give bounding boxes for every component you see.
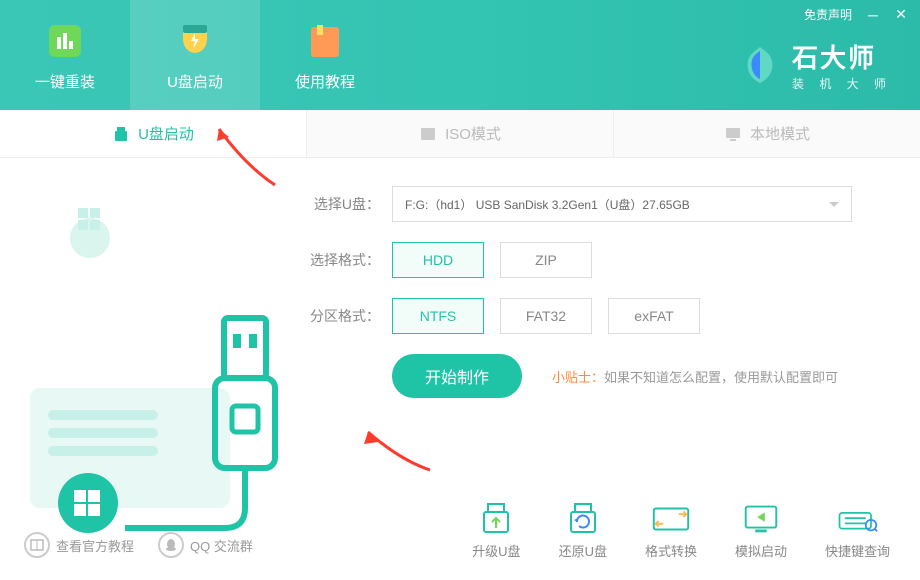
partition-option-ntfs[interactable]: NTFS — [392, 298, 484, 334]
format-label: 选择格式： — [310, 250, 380, 270]
link-label: 查看官方教程 — [56, 536, 134, 555]
nav-tab-label: U盘启动 — [167, 71, 223, 92]
tutorial-icon — [24, 532, 50, 558]
action-label: 升级U盘 — [472, 541, 520, 560]
keyboard-icon — [836, 503, 878, 535]
action-label: 格式转换 — [645, 541, 697, 560]
nav-tab-tutorial[interactable]: 使用教程 — [260, 0, 390, 110]
action-hotkey[interactable]: 快捷键查询 — [825, 503, 890, 560]
convert-icon — [650, 503, 692, 535]
link-tutorial[interactable]: 查看官方教程 — [24, 532, 134, 558]
disk-select[interactable]: F:G:（hd1） USB SanDisk 3.2Gen1（U盘）27.65GB — [392, 186, 852, 222]
restore-icon — [562, 503, 604, 535]
bottom-actions: 升级U盘 还原U盘 格式转换 模拟启动 快捷键查询 — [472, 503, 890, 560]
mode-tab-iso[interactable]: ISO模式 — [307, 110, 614, 157]
nav-tab-label: 一键重装 — [35, 71, 95, 92]
nav-tab-usb[interactable]: U盘启动 — [130, 0, 260, 110]
action-label: 快捷键查询 — [825, 541, 890, 560]
mode-tab-local[interactable]: 本地模式 — [614, 110, 920, 157]
action-label: 模拟启动 — [735, 541, 787, 560]
bar-chart-icon — [43, 19, 87, 63]
brand: 石大师 装 机 大 师 — [738, 38, 892, 92]
qq-icon — [158, 532, 184, 558]
link-label: QQ 交流群 — [190, 536, 253, 555]
mode-tab-label: U盘启动 — [138, 123, 194, 144]
minimize-button[interactable]: ─ — [866, 8, 880, 22]
usb-illustration — [0, 158, 300, 518]
action-restore[interactable]: 还原U盘 — [559, 503, 607, 560]
disclaimer-link[interactable]: 免责声明 — [804, 6, 852, 23]
iso-icon — [419, 125, 437, 143]
partition-option-exfat[interactable]: exFAT — [608, 298, 700, 334]
disk-value: F:G:（hd1） USB SanDisk 3.2Gen1（U盘）27.65GB — [405, 196, 690, 213]
link-qq[interactable]: QQ 交流群 — [158, 532, 253, 558]
mode-tab-label: 本地模式 — [750, 123, 810, 144]
app-header: 一键重装 U盘启动 使用教程 免责声明 ─ ✕ 石大师 装 机 大 师 — [0, 0, 920, 110]
mode-tab-label: ISO模式 — [445, 123, 501, 144]
partition-label: 分区格式： — [310, 306, 380, 326]
monitor-icon — [724, 125, 742, 143]
action-simulate[interactable]: 模拟启动 — [735, 503, 787, 560]
brand-logo-icon — [738, 43, 782, 87]
content-area: 选择U盘： F:G:（hd1） USB SanDisk 3.2Gen1（U盘）2… — [0, 158, 920, 518]
format-option-hdd[interactable]: HDD — [392, 242, 484, 278]
upgrade-icon — [475, 503, 517, 535]
nav-tab-label: 使用教程 — [295, 71, 355, 92]
start-button[interactable]: 开始制作 — [392, 354, 522, 398]
partition-option-fat32[interactable]: FAT32 — [500, 298, 592, 334]
disk-label: 选择U盘： — [310, 194, 380, 214]
mode-tabs: U盘启动 ISO模式 本地模式 — [0, 110, 920, 158]
action-label: 还原U盘 — [559, 541, 607, 560]
book-icon — [303, 19, 347, 63]
nav-tab-reinstall[interactable]: 一键重装 — [0, 0, 130, 110]
tip-text: 小贴士：如果不知道怎么配置，使用默认配置即可 — [552, 367, 838, 386]
nav-tabs: 一键重装 U盘启动 使用教程 — [0, 0, 390, 110]
form-area: 选择U盘： F:G:（hd1） USB SanDisk 3.2Gen1（U盘）2… — [300, 158, 920, 518]
action-upgrade[interactable]: 升级U盘 — [472, 503, 520, 560]
action-convert[interactable]: 格式转换 — [645, 503, 697, 560]
format-option-zip[interactable]: ZIP — [500, 242, 592, 278]
brand-subtitle: 装 机 大 师 — [792, 75, 892, 92]
usb-icon — [112, 125, 130, 143]
close-button[interactable]: ✕ — [894, 8, 908, 22]
window-controls: 免责声明 ─ ✕ — [804, 6, 908, 23]
mode-tab-usb[interactable]: U盘启动 — [0, 110, 307, 157]
simulate-icon — [740, 503, 782, 535]
shield-bolt-icon — [173, 19, 217, 63]
bottom-left-links: 查看官方教程 QQ 交流群 — [24, 532, 253, 558]
brand-title: 石大师 — [792, 38, 892, 75]
